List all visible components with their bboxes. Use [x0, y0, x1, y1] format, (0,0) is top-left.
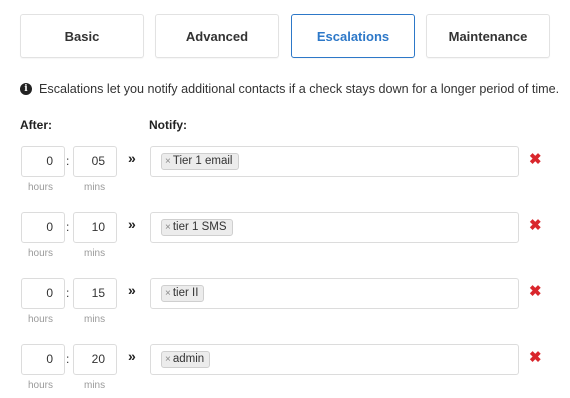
mins-label: mins	[84, 314, 106, 325]
contact-tag: × admin	[161, 351, 211, 368]
escalation-row: 0 : 05 hours mins » × Tier 1 email ✖	[0, 146, 570, 198]
hours-input[interactable]: 0	[21, 146, 65, 177]
info-text: Escalations let you notify additional co…	[39, 82, 560, 96]
time-separator: :	[66, 220, 70, 234]
time-separator: :	[66, 286, 70, 300]
remove-escalation-icon[interactable]: ✖	[529, 350, 542, 366]
notify-contacts-field[interactable]: × tier 1 SMS	[150, 212, 519, 243]
remove-escalation-icon[interactable]: ✖	[529, 218, 542, 234]
tab-bar: Basic Advanced Escalations Maintenance	[20, 14, 550, 58]
notify-contacts-field[interactable]: × Tier 1 email	[150, 146, 519, 177]
hours-label: hours	[28, 380, 54, 391]
tab-basic[interactable]: Basic	[20, 14, 144, 58]
hours-input[interactable]: 0	[21, 212, 65, 243]
mins-label: mins	[84, 248, 106, 259]
escalation-row: 0 : 15 hours mins » × tier II ✖	[0, 278, 570, 330]
double-chevron-right-icon: »	[128, 282, 136, 298]
hours-input[interactable]: 0	[21, 344, 65, 375]
double-chevron-right-icon: »	[128, 216, 136, 232]
escalation-row: 0 : 20 hours mins » × admin ✖	[0, 344, 570, 396]
tab-advanced[interactable]: Advanced	[155, 14, 279, 58]
hours-label: hours	[28, 314, 54, 325]
double-chevron-right-icon: »	[128, 150, 136, 166]
info-message: i Escalations let you notify additional …	[20, 81, 559, 97]
tag-remove-icon[interactable]: ×	[165, 154, 171, 169]
escalation-row: 0 : 10 hours mins » × tier 1 SMS ✖	[0, 212, 570, 264]
minutes-input[interactable]: 10	[73, 212, 117, 243]
tag-remove-icon[interactable]: ×	[165, 352, 171, 367]
contact-tag-label: tier 1 SMS	[172, 221, 227, 233]
tag-remove-icon[interactable]: ×	[165, 220, 171, 235]
after-column-header: After:	[20, 118, 52, 132]
tag-remove-icon[interactable]: ×	[165, 286, 171, 301]
hours-input[interactable]: 0	[21, 278, 65, 309]
hours-label: hours	[28, 248, 54, 259]
tab-escalations[interactable]: Escalations	[291, 14, 415, 58]
hours-label: hours	[28, 182, 54, 193]
double-chevron-right-icon: »	[128, 348, 136, 364]
contact-tag: × tier II	[161, 285, 205, 302]
mins-label: mins	[84, 380, 106, 391]
minutes-input[interactable]: 15	[73, 278, 117, 309]
tab-maintenance[interactable]: Maintenance	[426, 14, 550, 58]
minutes-input[interactable]: 05	[73, 146, 117, 177]
notify-column-header: Notify:	[149, 118, 187, 132]
info-icon: i	[20, 83, 32, 95]
contact-tag: × tier 1 SMS	[161, 219, 233, 236]
contact-tag-label: admin	[172, 353, 205, 365]
time-separator: :	[66, 352, 70, 366]
minutes-input[interactable]: 20	[73, 344, 117, 375]
contact-tag: × Tier 1 email	[161, 153, 239, 170]
contact-tag-label: tier II	[172, 287, 199, 299]
remove-escalation-icon[interactable]: ✖	[529, 284, 542, 300]
notify-contacts-field[interactable]: × tier II	[150, 278, 519, 309]
mins-label: mins	[84, 182, 106, 193]
remove-escalation-icon[interactable]: ✖	[529, 152, 542, 168]
time-separator: :	[66, 154, 70, 168]
contact-tag-label: Tier 1 email	[172, 155, 233, 167]
notify-contacts-field[interactable]: × admin	[150, 344, 519, 375]
